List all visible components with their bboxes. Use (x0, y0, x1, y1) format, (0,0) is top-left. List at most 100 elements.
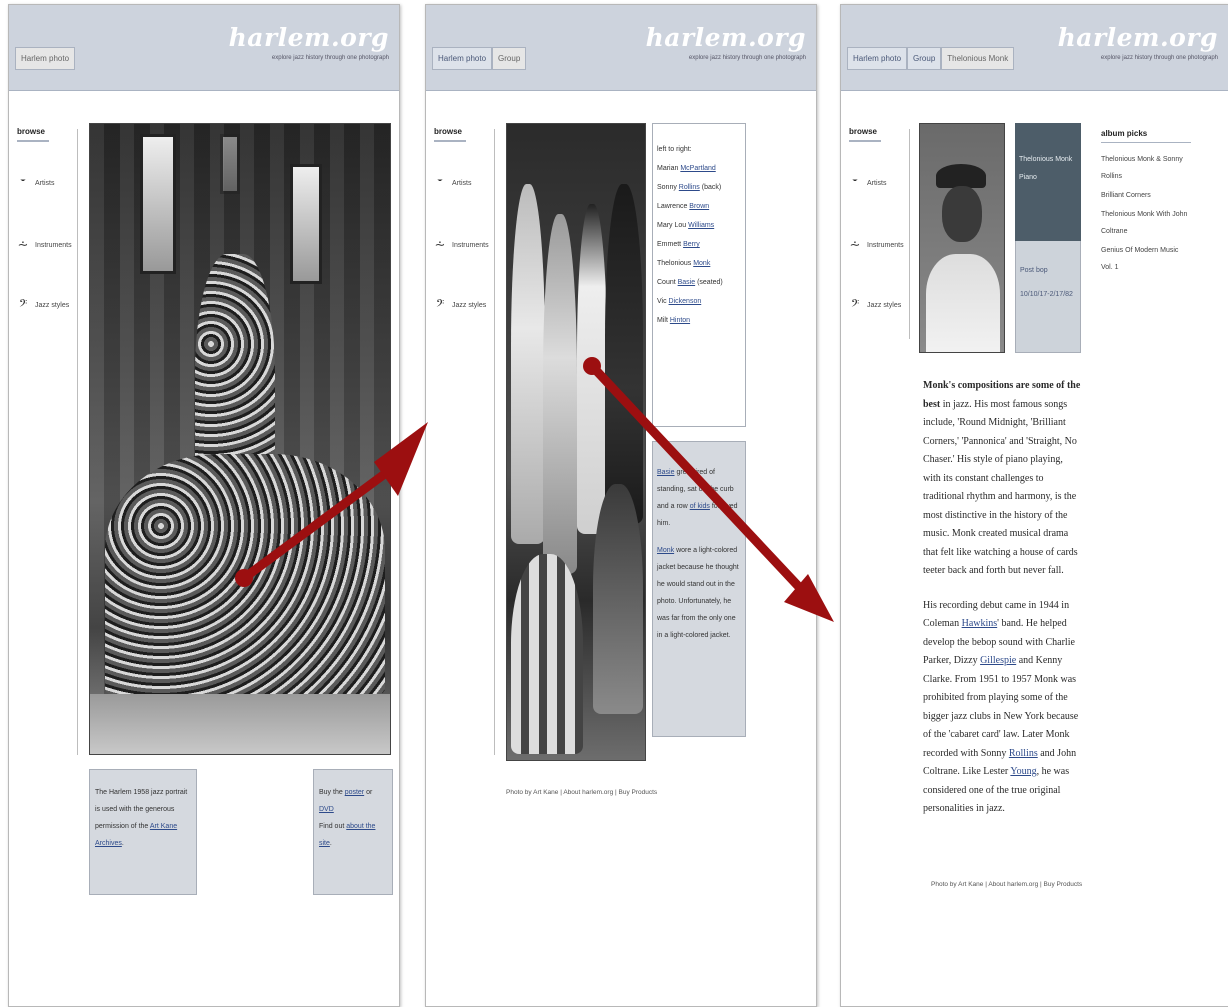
name-item: Thelonious Monk (657, 260, 711, 267)
sidebar-item-artists[interactable]: 𝄻 Artists (849, 175, 887, 191)
breadcrumb-harlem-photo[interactable]: Harlem photo (15, 47, 76, 70)
bio-card: Thelonious Monk Piano (1015, 123, 1081, 241)
sidebar-item-label: Jazz styles (35, 301, 70, 309)
permission-box: The Harlem 1958 jazz portrait is used wi… (89, 769, 197, 895)
sidebar-item-label: Jazz styles (867, 301, 902, 309)
figure-woman-dress (543, 214, 577, 574)
figure-light-jacket (577, 204, 607, 534)
page-panel-thelonious-monk: Harlem photo Group Thelonious Monk harle… (840, 4, 1228, 1007)
artist-link[interactable]: Hinton (670, 317, 690, 324)
sidebar-item-label: Instruments (452, 241, 489, 249)
name-item: Marian McPartland (657, 165, 716, 172)
breadcrumb-group[interactable]: Group (492, 47, 527, 70)
bio-dates: 10/10/17-2/17/82 (1020, 291, 1073, 298)
name-item: Vic Dickenson (657, 298, 702, 305)
saxophone-icon: ⩪ (17, 237, 29, 252)
bass-clef-icon: 𝄢 (18, 297, 28, 312)
sidebar-item-artists[interactable]: 𝄻 Artists (17, 175, 55, 191)
article-paragraph: Monk's compositions are some of the best… (923, 380, 1081, 576)
sidebar-item-jazz-styles[interactable]: 𝄢 Jazz styles (849, 297, 901, 313)
bass-clef-icon: 𝄢 (435, 297, 445, 312)
building-window (220, 134, 240, 194)
browse-sidebar: browse 𝄻 Artists ⩪ Instruments 𝄢 Jazz st… (434, 127, 492, 312)
story-monk: Monk wore a light-colored jacket because… (657, 547, 739, 639)
browse-sidebar: browse 𝄻 Artists ⩪ Instruments 𝄢 Jazz st… (849, 127, 907, 312)
artist-link[interactable]: Berry (683, 241, 700, 248)
sidewalk (90, 694, 390, 754)
site-logo[interactable]: harlem.org (646, 23, 806, 52)
name-item: Mary Lou Williams (657, 222, 715, 229)
harlem-group-photo[interactable] (89, 123, 391, 755)
kids-link[interactable]: of kids (690, 503, 710, 510)
crowd-on-street (105, 454, 385, 694)
find-text-end: . (329, 840, 332, 847)
artist-link[interactable]: Brown (689, 203, 709, 210)
sidebar-item-label: Instruments (867, 241, 904, 249)
permission-text-end: . (121, 840, 124, 847)
artist-link[interactable]: McPartland (680, 165, 715, 172)
sidebar-divider (77, 129, 78, 755)
saxophone-icon: ⩪ (849, 237, 861, 252)
find-text: Find out (319, 823, 347, 830)
browse-heading: browse (434, 127, 466, 142)
young-link[interactable]: Young (1010, 766, 1036, 777)
building-window (290, 164, 322, 284)
album-pick-item[interactable]: Brilliant Corners (1101, 187, 1191, 204)
monk-portrait-photo (919, 123, 1005, 353)
bio-style[interactable]: Post bop (1020, 259, 1076, 283)
names-box: left to right: Marian McPartland Sonny R… (652, 123, 746, 427)
album-pick-item[interactable]: Genius Of Modern Music Vol. 1 (1101, 242, 1191, 276)
portrait-face (942, 186, 982, 242)
album-pick-item[interactable]: Thelonious Monk With John Coltrane (1101, 206, 1191, 240)
group-closeup-photo[interactable] (506, 123, 646, 761)
figure-woman-dress (511, 184, 545, 544)
artist-link[interactable]: Williams (688, 222, 714, 229)
sidebar-item-artists[interactable]: 𝄻 Artists (434, 175, 472, 191)
name-item: Milt Hinton (657, 317, 691, 324)
sidebar-item-jazz-styles[interactable]: 𝄢 Jazz styles (17, 297, 69, 313)
bio-instrument[interactable]: Piano (1019, 169, 1077, 187)
artist-link[interactable]: Dickenson (669, 298, 702, 305)
rollins-link[interactable]: Rollins (1009, 748, 1038, 759)
site-logo[interactable]: harlem.org (229, 23, 389, 52)
album-picks-heading: album picks (1101, 129, 1191, 143)
sidebar-item-label: Artists (452, 179, 472, 187)
breadcrumb-harlem-photo[interactable]: Harlem photo (432, 47, 493, 70)
monk-link[interactable]: Monk (657, 547, 674, 554)
page-footer[interactable]: Photo by Art Kane | About harlem.org | B… (506, 789, 657, 796)
browse-heading: browse (17, 127, 49, 142)
artist-link[interactable]: Rollins (679, 184, 700, 191)
buy-text: Buy the (319, 789, 345, 796)
sidebar-item-label: Jazz styles (452, 301, 487, 309)
album-picks: album picks Thelonious Monk & Sonny Roll… (1101, 129, 1191, 278)
basie-link[interactable]: Basie (657, 469, 675, 476)
bio-details: Post bop 10/10/17-2/17/82 (1015, 241, 1081, 353)
hawkins-link[interactable]: Hawkins (962, 618, 998, 629)
sidebar-item-instruments[interactable]: ⩪ Instruments (17, 237, 72, 253)
artist-link[interactable]: Basie (678, 279, 696, 286)
dvd-link[interactable]: DVD (319, 806, 334, 813)
sidebar-item-label: Artists (35, 179, 55, 187)
site-logo[interactable]: harlem.org (1058, 23, 1218, 52)
name-item: Emmett Berry (657, 241, 700, 248)
sidebar-item-instruments[interactable]: ⩪ Instruments (434, 237, 489, 253)
figure-dark-suit (605, 184, 643, 524)
sidebar-item-instruments[interactable]: ⩪ Instruments (849, 237, 904, 253)
artist-link[interactable]: Monk (693, 260, 710, 267)
buy-box: Buy the poster or DVD Find out about the… (313, 769, 393, 895)
gillespie-link[interactable]: Gillespie (980, 655, 1016, 666)
breadcrumb-group[interactable]: Group (907, 47, 942, 70)
trumpet-icon: 𝄻 (20, 175, 26, 190)
sidebar-item-label: Instruments (35, 241, 72, 249)
breadcrumb: Harlem photo (15, 47, 76, 70)
page-footer[interactable]: Photo by Art Kane | About harlem.org | B… (931, 881, 1082, 888)
album-pick-item[interactable]: Thelonious Monk & Sonny Rollins (1101, 151, 1191, 185)
portrait-jacket (926, 254, 1000, 352)
breadcrumb-thelonious-monk[interactable]: Thelonious Monk (941, 47, 1015, 70)
site-tagline: explore jazz history through one photogr… (271, 55, 389, 61)
poster-link[interactable]: poster (345, 789, 364, 796)
saxophone-icon: ⩪ (434, 237, 446, 252)
sidebar-item-jazz-styles[interactable]: 𝄢 Jazz styles (434, 297, 486, 313)
breadcrumb-harlem-photo[interactable]: Harlem photo (847, 47, 908, 70)
trumpet-icon: 𝄻 (852, 175, 858, 190)
